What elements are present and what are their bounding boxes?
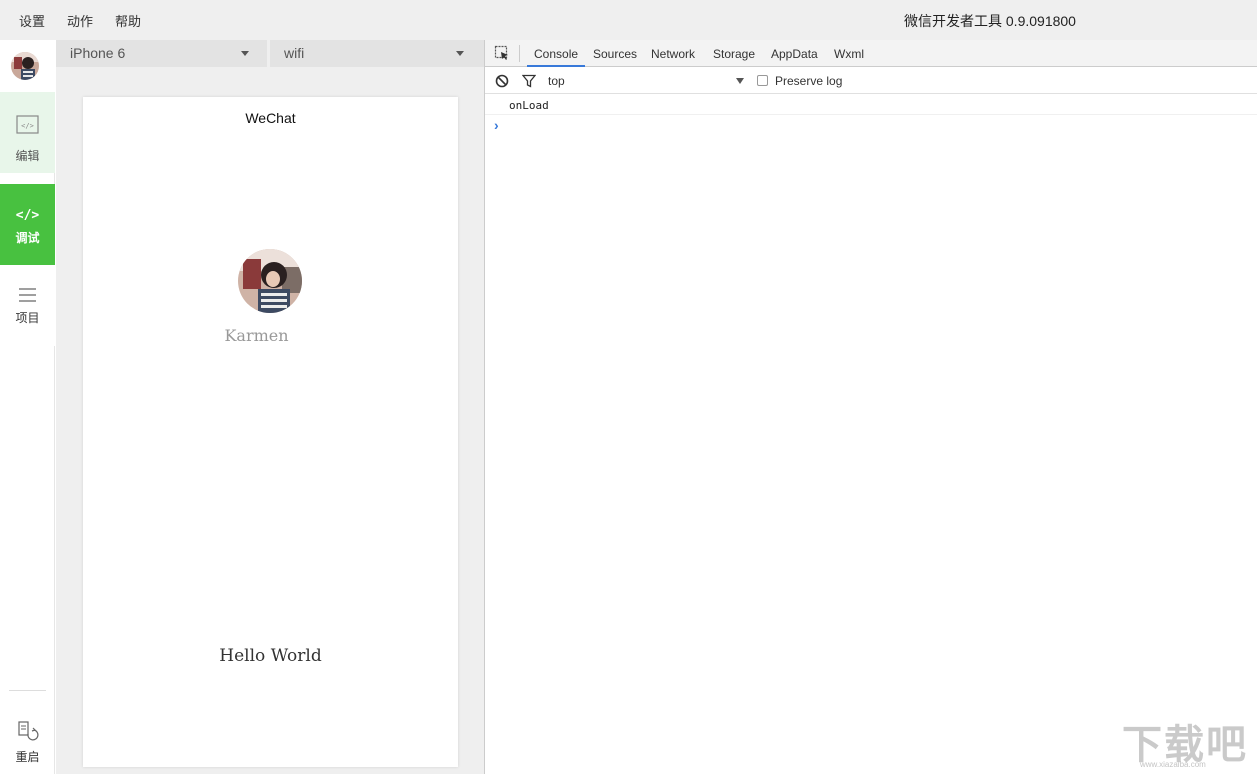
nav-divider: [9, 690, 46, 691]
chevron-down-icon: [456, 51, 464, 56]
avatar-image-icon: [238, 249, 302, 313]
svg-text:</>: </>: [16, 208, 40, 223]
inspect-element-icon[interactable]: [494, 45, 510, 61]
nav-restart[interactable]: 重启: [0, 710, 55, 770]
simulator-panel: iPhone 6 wifi WeChat Karmen Hello World: [56, 40, 484, 774]
chevron-down-icon: [241, 51, 249, 56]
menu-actions[interactable]: 动作: [67, 11, 93, 30]
context-select[interactable]: top: [548, 74, 565, 88]
console-prompt-icon[interactable]: ›: [494, 117, 499, 133]
tab-network[interactable]: Network: [651, 47, 695, 61]
console-log-row: onLoad: [485, 95, 1257, 115]
nav-avatar-container: [0, 40, 55, 92]
watermark-url: www.xiazaiba.com: [1140, 760, 1206, 769]
nav-edit[interactable]: </> 编辑: [0, 92, 55, 173]
restart-icon: [0, 720, 55, 742]
page-title: WeChat: [245, 110, 296, 126]
avatar-image-icon: [11, 52, 39, 80]
network-select-value: wifi: [284, 45, 305, 61]
nav-restart-label: 重启: [15, 750, 40, 764]
phone-screen: WeChat Karmen Hello World: [83, 97, 458, 767]
tab-wxml[interactable]: Wxml: [834, 47, 864, 61]
active-tab-indicator: [527, 65, 585, 67]
nav-debug-label: 调试: [15, 231, 40, 245]
toolbar-separator: [519, 45, 520, 62]
device-select[interactable]: iPhone 6: [56, 40, 267, 67]
code-icon: </>: [0, 204, 55, 226]
device-select-value: iPhone 6: [70, 45, 126, 61]
devtools-panel: Console Sources Network Storage AppData …: [484, 40, 1257, 774]
preserve-log-checkbox[interactable]: [757, 75, 768, 86]
hello-text: Hello World: [219, 646, 322, 666]
nav-edit-label: 编辑: [15, 149, 40, 163]
tab-storage[interactable]: Storage: [713, 47, 755, 61]
left-nav: </> 编辑 </> 调试 项目 重启: [0, 40, 55, 774]
tab-sources[interactable]: Sources: [593, 47, 637, 61]
user-avatar[interactable]: [238, 249, 302, 313]
menu-help[interactable]: 帮助: [115, 11, 141, 30]
preserve-log-label: Preserve log: [775, 74, 843, 88]
nav-debug[interactable]: </> 调试: [0, 184, 55, 265]
console-log-text: onLoad: [509, 99, 549, 112]
menu-settings[interactable]: 设置: [19, 11, 45, 30]
avatar[interactable]: [11, 52, 39, 80]
network-select[interactable]: wifi: [270, 40, 484, 67]
console-toolbar: top Preserve log: [485, 68, 1257, 94]
tab-appdata[interactable]: AppData: [771, 47, 818, 61]
chevron-down-icon[interactable]: [736, 78, 744, 84]
code-window-icon: </>: [0, 114, 55, 136]
user-name: Karmen: [224, 326, 289, 345]
nav-project[interactable]: 项目: [0, 265, 55, 346]
list-icon: [0, 285, 55, 307]
nav-project-label: 项目: [15, 311, 40, 325]
devtools-tabbar: Console Sources Network Storage AppData …: [485, 40, 1257, 67]
filter-icon[interactable]: [521, 74, 537, 88]
svg-text:</>: </>: [21, 122, 34, 130]
tab-console[interactable]: Console: [534, 47, 578, 61]
clear-console-icon[interactable]: [495, 74, 509, 88]
menubar: 设置 动作 帮助 微信开发者工具 0.9.091800: [0, 0, 1257, 40]
app-title: 微信开发者工具 0.9.091800: [904, 13, 1076, 29]
